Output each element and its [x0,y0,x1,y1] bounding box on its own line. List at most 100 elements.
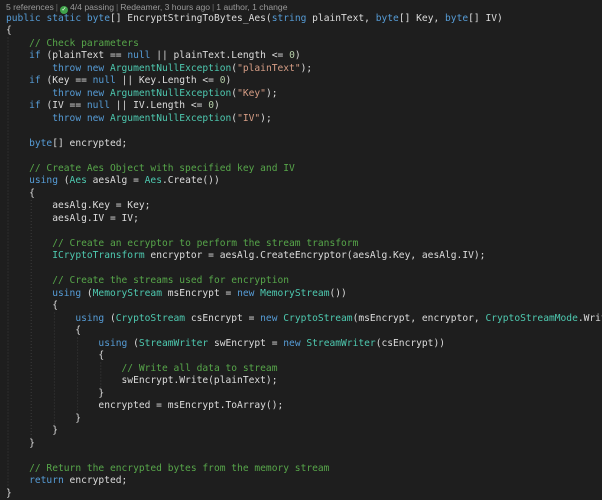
code-token: CryptoStream [116,313,191,324]
code-token: csEncrypt = [191,313,260,324]
code-line[interactable]: if (Key == null || Key.Length <= 0) [6,75,231,88]
code-token: ) [295,50,301,61]
code-token: StreamWriter [306,338,375,349]
code-line[interactable]: } [6,488,12,500]
code-line[interactable]: using (MemoryStream msEncrypt = new Memo… [6,288,347,301]
code-editor[interactable]: 5 references|✓4/4 passing|Redeamer, 3 ho… [0,0,602,498]
code-token: new [260,313,283,324]
code-line[interactable]: // Check parameters [6,38,139,51]
code-line[interactable]: if (IV == null || IV.Length <= 0) [6,100,220,113]
code-token [6,275,52,286]
code-token: [] EncryptStringToBytes_Aes( [110,13,272,24]
code-token: throw [52,113,87,124]
code-line[interactable]: { [6,350,104,363]
code-token: encryptor = aesAlg.CreateEncryptor(aesAl… [150,250,485,261]
code-line[interactable]: } [6,425,58,438]
code-line[interactable]: { [6,188,35,201]
code-line[interactable]: using (CryptoStream csEncrypt = new Cryp… [6,313,602,326]
code-token [6,75,29,86]
code-token: aesAlg.IV = IV; [6,213,139,224]
code-line[interactable]: // Create an ecryptor to perform the str… [6,238,358,251]
code-line[interactable]: // Return the encrypted bytes from the m… [6,463,329,476]
code-token: CryptoStreamMode [485,313,577,324]
code-token [6,313,75,324]
authors-changes-link[interactable]: 1 author, 1 change [216,2,287,12]
code-token: byte [29,138,52,149]
code-token: (plainText == [46,50,127,61]
code-token: msEncrypt = [168,288,237,299]
code-token: encrypted = msEncrypt.ToArray(); [6,400,283,411]
code-token: ICryptoTransform [52,250,150,261]
code-token [6,50,29,61]
code-token [6,338,98,349]
code-token: swEncrypt = [214,338,283,349]
code-token: .Write)) [578,313,602,324]
code-token: } [6,425,58,436]
code-line[interactable]: encrypted = msEncrypt.ToArray(); [6,400,283,413]
code-token: public [6,13,46,24]
code-token: null [93,75,122,86]
code-line[interactable]: throw new ArgumentNullException("IV"); [6,113,272,126]
code-line[interactable]: using (StreamWriter swEncrypt = new Stre… [6,338,445,351]
code-line[interactable]: } [6,388,104,401]
code-token: null [127,50,156,61]
code-token: using [98,338,133,349]
references-link[interactable]: 5 references [6,2,54,12]
code-token: new [87,88,110,99]
code-line[interactable]: } [6,413,81,426]
code-token [6,138,29,149]
code-token: if [29,100,46,111]
code-line[interactable]: public static byte[] EncryptStringToByte… [6,13,503,26]
code-token [6,38,29,49]
code-line[interactable]: using (Aes aesAlg = Aes.Create()) [6,175,220,188]
code-line[interactable]: } [6,438,35,451]
code-token: StreamWriter [139,338,214,349]
code-token: { [6,300,58,311]
code-line[interactable]: { [6,25,12,38]
code-token: // Create the streams used for encryptio… [52,275,289,286]
tests-status-link[interactable]: 4/4 passing [70,2,114,12]
code-token: ()) [329,288,346,299]
code-token: || Key.Length <= [122,75,220,86]
code-token: (Key == [46,75,92,86]
code-token: ) [214,100,220,111]
code-token: { [6,188,35,199]
code-token [6,113,52,124]
code-token: "plainText" [237,63,301,74]
code-token: ); [260,113,272,124]
code-line[interactable]: byte[] encrypted; [6,138,127,151]
code-token: [] IV) [468,13,503,24]
code-token: MemoryStream [93,288,168,299]
code-line[interactable]: throw new ArgumentNullException("plainTe… [6,63,312,76]
code-token: "IV" [237,113,260,124]
code-line[interactable]: ICryptoTransform encryptor = aesAlg.Crea… [6,250,485,263]
code-token: ); [301,63,313,74]
code-token: Aes [145,175,162,186]
code-line[interactable]: { [6,300,58,313]
code-line[interactable]: aesAlg.IV = IV; [6,213,139,226]
code-token: using [29,175,64,186]
code-token: .Create()) [162,175,220,186]
code-token: } [6,438,35,449]
code-token: // Check parameters [29,38,139,49]
code-line[interactable]: // Create the streams used for encryptio… [6,275,289,288]
code-line[interactable]: // Write all data to stream [6,363,277,376]
code-token: // Create Aes Object with specified key … [29,163,295,174]
code-line[interactable]: throw new ArgumentNullException("Key"); [6,88,278,101]
code-token: // Create an ecryptor to perform the str… [52,238,358,249]
code-line[interactable]: aesAlg.Key = Key; [6,200,150,213]
code-token: } [6,488,12,499]
code-token: { [6,350,104,361]
code-line[interactable]: { [6,325,81,338]
code-token: aesAlg.Key = Key; [6,200,150,211]
code-token [6,100,29,111]
code-line[interactable]: // Create Aes Object with specified key … [6,163,295,176]
code-token: swEncrypt.Write(plainText); [6,375,277,386]
code-token: byte [376,13,399,24]
code-line[interactable]: if (plainText == null || plainText.Lengt… [6,50,301,63]
code-token: throw [52,88,87,99]
code-line[interactable]: return encrypted; [6,475,127,488]
code-line[interactable]: swEncrypt.Write(plainText); [6,375,277,388]
code-token: ArgumentNullException [110,113,231,124]
author-time-link[interactable]: Redeamer, 3 hours ago [120,2,210,12]
